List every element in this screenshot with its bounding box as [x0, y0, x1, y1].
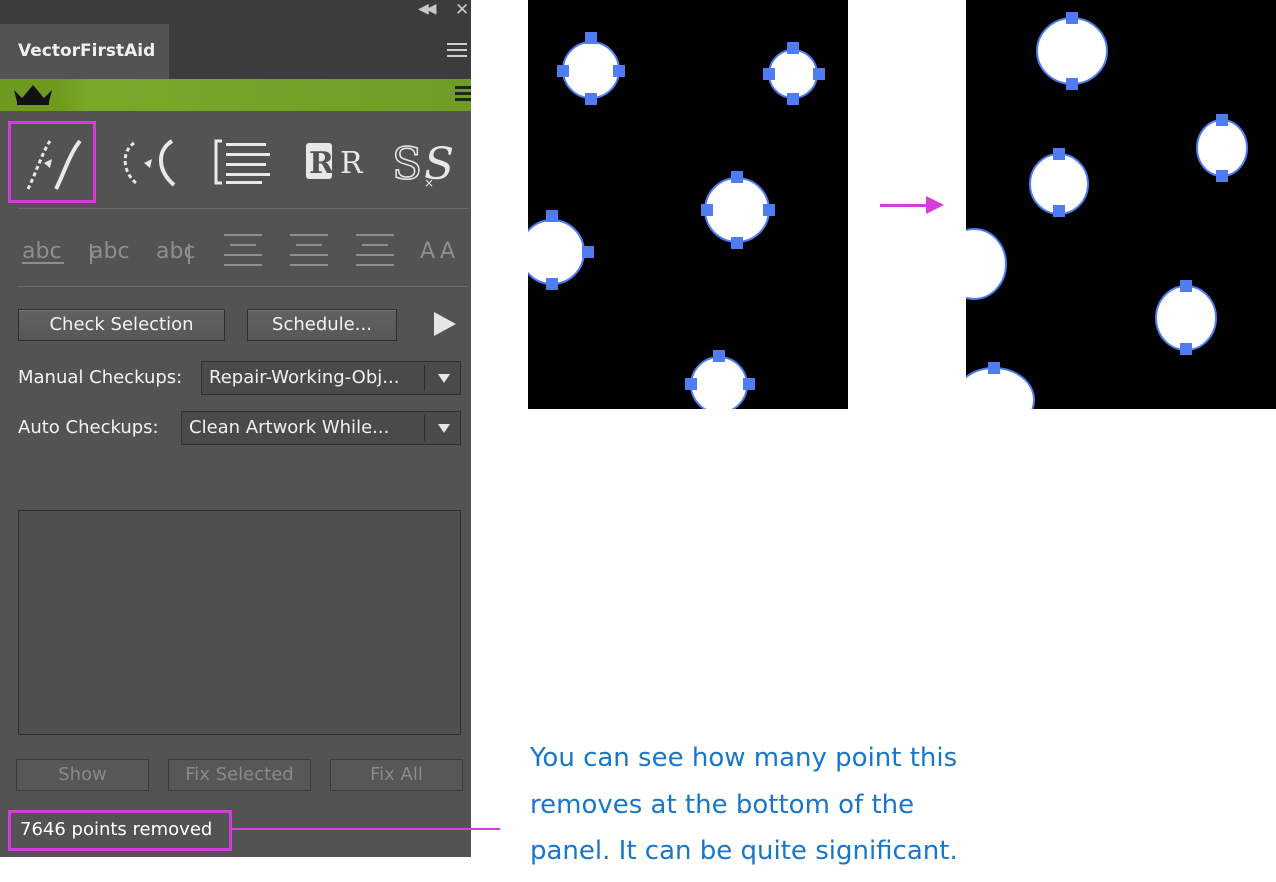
double-chevron-left-icon[interactable]: ◀◀ — [418, 1, 436, 17]
arrow-right-icon — [880, 196, 944, 214]
svg-text:abc: abc — [90, 239, 130, 264]
status-points-removed: 7646 points removed — [8, 810, 232, 851]
before-preview-image — [528, 0, 848, 409]
show-button[interactable]: Show — [16, 759, 149, 791]
dropdown-divider — [424, 365, 425, 391]
panel-menu-icon[interactable] — [447, 43, 467, 57]
divider — [18, 286, 468, 287]
svg-text:S: S — [392, 139, 422, 190]
svg-text:A: A — [440, 239, 455, 264]
caption-line: removes at the bottom of the — [530, 789, 915, 820]
text-tools-group: abc abc abc AA — [22, 234, 455, 266]
svg-text:×: × — [424, 176, 434, 190]
fix-selected-button[interactable]: Fix Selected — [168, 759, 311, 791]
caption-line: panel. It can be quite significant. — [530, 836, 958, 866]
play-icon[interactable] — [434, 312, 456, 336]
callout-line — [232, 828, 500, 830]
crown-icon — [14, 85, 52, 105]
tab-vectorfirstaid[interactable]: VectorFirstAid — [0, 24, 169, 79]
svg-text:abc: abc — [22, 239, 62, 264]
brand-bar — [0, 79, 471, 111]
auto-checkups-label: Auto Checkups: — [18, 417, 159, 438]
simplify-path-tool-icon[interactable] — [110, 123, 190, 199]
panel-top-strip: ◀◀ ✕ — [0, 0, 471, 24]
svg-text:R: R — [309, 146, 335, 181]
align-bottom-icon — [356, 234, 394, 266]
auto-checkups-value: Clean Artwork While... — [189, 417, 390, 438]
highlight-box — [8, 121, 96, 203]
check-selection-button[interactable]: Check Selection — [18, 309, 225, 341]
auto-checkups-dropdown[interactable]: Clean Artwork While... — [181, 411, 461, 445]
swap-glyph-tool-icon[interactable]: S S × — [388, 123, 468, 199]
underline-text-icon: abc — [22, 239, 64, 264]
fix-all-button[interactable]: Fix All — [330, 759, 463, 791]
underline-text-alt-icon: abc — [90, 239, 130, 264]
results-list[interactable] — [18, 510, 461, 735]
hamburger-menu-icon[interactable] — [455, 86, 471, 104]
align-text-tool-icon[interactable] — [204, 123, 284, 199]
manual-checkups-label: Manual Checkups: — [18, 367, 183, 388]
manual-checkups-value: Repair-Working-Obj... — [209, 367, 400, 388]
text-scale-icon: AA — [420, 239, 455, 264]
caption-note: You can see how many point this removes … — [530, 735, 990, 875]
manual-checkups-dropdown[interactable]: Repair-Working-Obj... — [201, 361, 461, 395]
svg-text:R: R — [340, 146, 364, 181]
close-icon[interactable]: ✕ — [455, 0, 469, 20]
after-preview-image — [966, 0, 1276, 409]
strike-text-icon: abc — [156, 239, 196, 264]
chevron-down-icon[interactable] — [438, 374, 450, 383]
divider — [18, 208, 468, 209]
caption-line: You can see how many point this — [530, 743, 958, 773]
dropdown-divider — [424, 415, 425, 441]
svg-text:A: A — [420, 239, 435, 264]
panel-tab-row: VectorFirstAid — [0, 24, 471, 79]
text-tool-icons-row: abc abc abc AA — [0, 222, 471, 280]
schedule-button[interactable]: Schedule... — [247, 309, 397, 341]
replace-font-tool-icon[interactable]: R R — [296, 123, 376, 199]
align-top-icon — [224, 234, 262, 266]
chevron-down-icon[interactable] — [438, 424, 450, 433]
align-middle-icon — [290, 234, 328, 266]
